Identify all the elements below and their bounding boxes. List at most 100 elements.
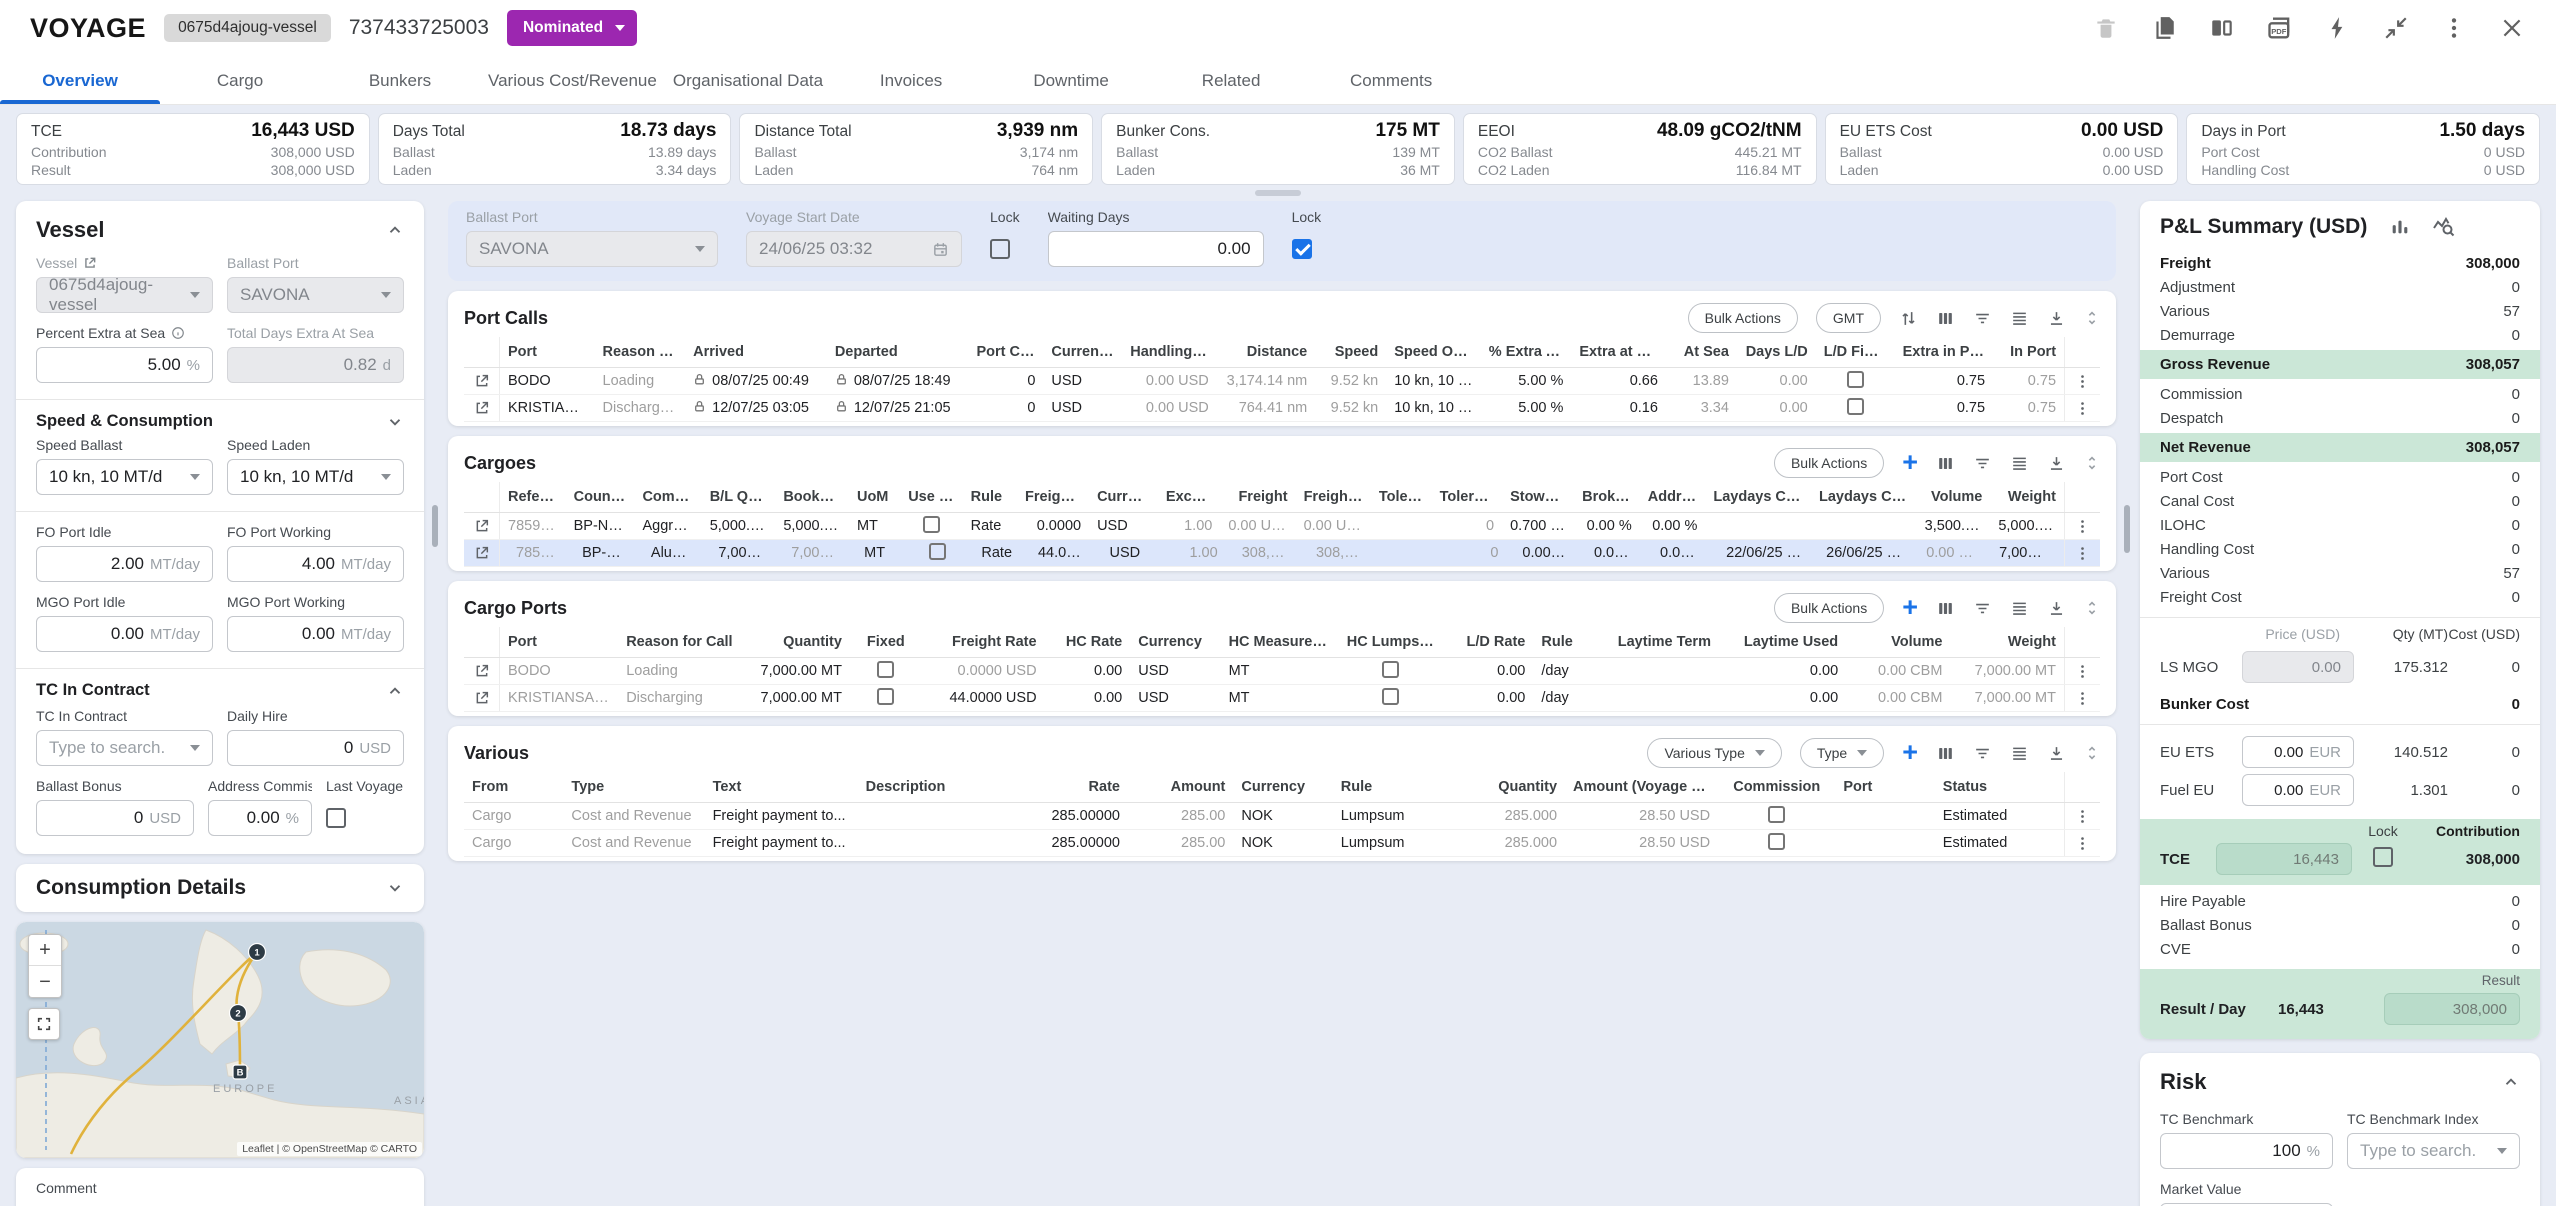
tc-benchmark-index-select[interactable]: Type to search. — [2347, 1133, 2520, 1169]
cell-currency[interactable]: NOK — [1233, 835, 1332, 851]
cell-speed[interactable]: 9.52 kn — [1315, 373, 1386, 389]
columns-icon[interactable] — [1936, 744, 1955, 763]
tab-related[interactable]: Related — [1151, 56, 1311, 104]
cell-laytime-used[interactable]: 0.00 — [1733, 663, 1847, 679]
column-header-amount[interactable]: Amount — [1128, 779, 1233, 795]
columns-icon[interactable] — [1936, 599, 1955, 618]
fo-port-idle-input[interactable]: 2.00MT/day — [36, 546, 213, 582]
column-header-use-ma[interactable]: Use Ma... — [900, 489, 962, 505]
cell-fixed[interactable] — [850, 661, 922, 682]
column-header-laytime-used[interactable]: Laytime Used — [1733, 634, 1847, 650]
column-header-volume[interactable]: Volume — [1846, 634, 1950, 650]
map-zoom-in-button[interactable]: + — [29, 935, 61, 966]
cell-rule[interactable]: Rate — [973, 545, 1022, 561]
cell-rate[interactable]: 285.00000 — [999, 835, 1128, 851]
cell-l-d-fixed[interactable] — [1816, 398, 1895, 419]
checkbox-commission[interactable] — [1768, 806, 1785, 823]
cell-port-cost[interactable]: 0 — [969, 400, 1044, 416]
density-icon[interactable] — [2010, 744, 2029, 763]
column-header-exchan[interactable]: Exchan... — [1158, 489, 1220, 505]
open-row-button[interactable] — [474, 545, 490, 561]
cell-reason-for-call[interactable]: Loading — [618, 663, 741, 679]
column-header-rate[interactable]: Rate — [999, 779, 1128, 795]
cell-extra-at-sea[interactable]: 0.66 — [1571, 373, 1666, 389]
checkbox-commission[interactable] — [1768, 833, 1785, 850]
tab-bunkers[interactable]: Bunkers — [320, 56, 480, 104]
bar-chart-icon[interactable] — [2389, 216, 2411, 238]
cell-port[interactable]: BODO — [500, 373, 595, 389]
cell-speed-order[interactable]: 10 kn, 10 M... — [1386, 373, 1481, 389]
cell-referen[interactable]: 785932... — [508, 545, 566, 561]
column-header-currency[interactable]: Currency — [1089, 489, 1158, 505]
column-header-broker-c[interactable]: Broker C. — [1574, 489, 1640, 505]
cell-text[interactable]: Freight payment to... — [705, 835, 858, 851]
column-header-extra-at-sea[interactable]: Extra at Sea — [1571, 344, 1666, 360]
tc-in-contract-header[interactable]: TC In Contract — [36, 681, 404, 700]
column-header-counter[interactable]: Counter... — [566, 489, 635, 505]
fuel-eu-price-input[interactable]: 0.00EUR — [2242, 774, 2354, 806]
status-dropdown-button[interactable]: Nominated — [507, 10, 637, 46]
tc-in-contract-select[interactable]: Type to search. — [36, 730, 213, 766]
tab-organisational-data[interactable]: Organisational Data — [665, 56, 831, 104]
cell-booked[interactable]: 5,000.000 — [775, 518, 849, 534]
map-fullscreen-button[interactable] — [28, 1008, 60, 1040]
cell-distance[interactable]: 764.41 nm — [1217, 400, 1315, 416]
checkbox-hc-lumpsum[interactable] — [1382, 661, 1399, 678]
cell-hc-measurem[interactable]: MT — [1221, 690, 1339, 706]
cell-reason-for[interactable]: Loading — [595, 373, 686, 389]
cell-exchan[interactable]: 1.00 — [1158, 518, 1220, 534]
tab-comments[interactable]: Comments — [1311, 56, 1471, 104]
bulk-actions-button[interactable]: Bulk Actions — [1774, 448, 1884, 478]
cell-freight-rate[interactable]: 44.0000 USD — [922, 690, 1045, 706]
cell-commo[interactable]: Alumini... — [643, 545, 702, 561]
column-header-uom[interactable]: UoM — [849, 489, 900, 505]
cell-from[interactable]: Cargo — [464, 835, 563, 851]
column-header-currency[interactable]: Currency — [1043, 344, 1122, 360]
download-icon[interactable] — [2047, 599, 2066, 618]
scrollbar-thumb[interactable] — [432, 505, 438, 547]
add-row-button[interactable]: + — [1902, 742, 1918, 764]
row-menu-button[interactable] — [2074, 518, 2091, 535]
cell-rule[interactable]: Lumpsum — [1333, 808, 1456, 824]
cell-stowage[interactable]: 0.000 C... — [1514, 545, 1578, 561]
unfold-icon[interactable] — [2084, 600, 2100, 616]
bulk-actions-button[interactable]: Bulk Actions — [1774, 593, 1884, 623]
cell-extra-in-port[interactable]: 0.75 — [1895, 373, 1993, 389]
pdf-export-icon[interactable]: PDF — [2266, 14, 2294, 42]
column-header-weight[interactable]: Weight — [1990, 489, 2064, 505]
cell-laydays-commence[interactable]: 22/06/25 00:00 — [1718, 545, 1810, 561]
cell-rule[interactable]: Rate — [963, 518, 1017, 534]
cell-freight[interactable]: 0.0000 — [1017, 518, 1089, 534]
cell-speed-order[interactable]: 10 kn, 10 M... — [1386, 400, 1481, 416]
column-header-handling-c[interactable]: Handling C... — [1122, 344, 1217, 360]
filter-icon[interactable] — [1973, 454, 1992, 473]
row-menu-button[interactable] — [2074, 663, 2091, 680]
column-header-freight[interactable]: Freight ... — [1017, 489, 1089, 505]
cell-hc-rate[interactable]: 0.00 — [1045, 663, 1131, 679]
fo-port-working-input[interactable]: 4.00MT/day — [227, 546, 404, 582]
column-header-rule[interactable]: Rule — [963, 489, 1017, 505]
column-header-port[interactable]: Port — [1835, 779, 1934, 795]
table-row[interactable]: CargoCost and RevenueFreight payment to.… — [464, 830, 2100, 857]
column-header-stowage[interactable]: Stowage — [1502, 489, 1574, 505]
cell-extra-at[interactable]: 5.00 % — [1481, 373, 1572, 389]
compare-icon[interactable] — [2208, 14, 2236, 42]
column-header-port[interactable]: Port — [500, 344, 595, 360]
tab-cargo[interactable]: Cargo — [160, 56, 320, 104]
row-menu-button[interactable] — [2074, 373, 2091, 390]
cell-currency[interactable]: USD — [1043, 373, 1122, 389]
checkbox-fixed[interactable] — [877, 688, 894, 705]
checkbox-use-ma[interactable] — [929, 543, 946, 560]
table-row[interactable]: 785932...BP-NAM...Alumini...7,000.0007,0… — [464, 540, 2100, 567]
cell-at-sea[interactable]: 3.34 — [1666, 400, 1737, 416]
cell-text[interactable]: Freight payment to... — [705, 808, 858, 824]
cell-weight[interactable]: 5,000.0... — [1990, 518, 2064, 534]
columns-icon[interactable] — [1936, 309, 1955, 328]
checkbox-use-ma[interactable] — [923, 516, 940, 533]
cell-port[interactable]: KRISTIANS... — [500, 400, 595, 416]
cell-quantity[interactable]: 7,000.00 MT — [741, 663, 850, 679]
columns-icon[interactable] — [1936, 454, 1955, 473]
column-header-arrived[interactable]: Arrived — [685, 344, 827, 360]
column-header-extra-in-port[interactable]: Extra in Port — [1895, 344, 1993, 360]
cell-counter[interactable]: BP-NAM... — [566, 518, 635, 534]
